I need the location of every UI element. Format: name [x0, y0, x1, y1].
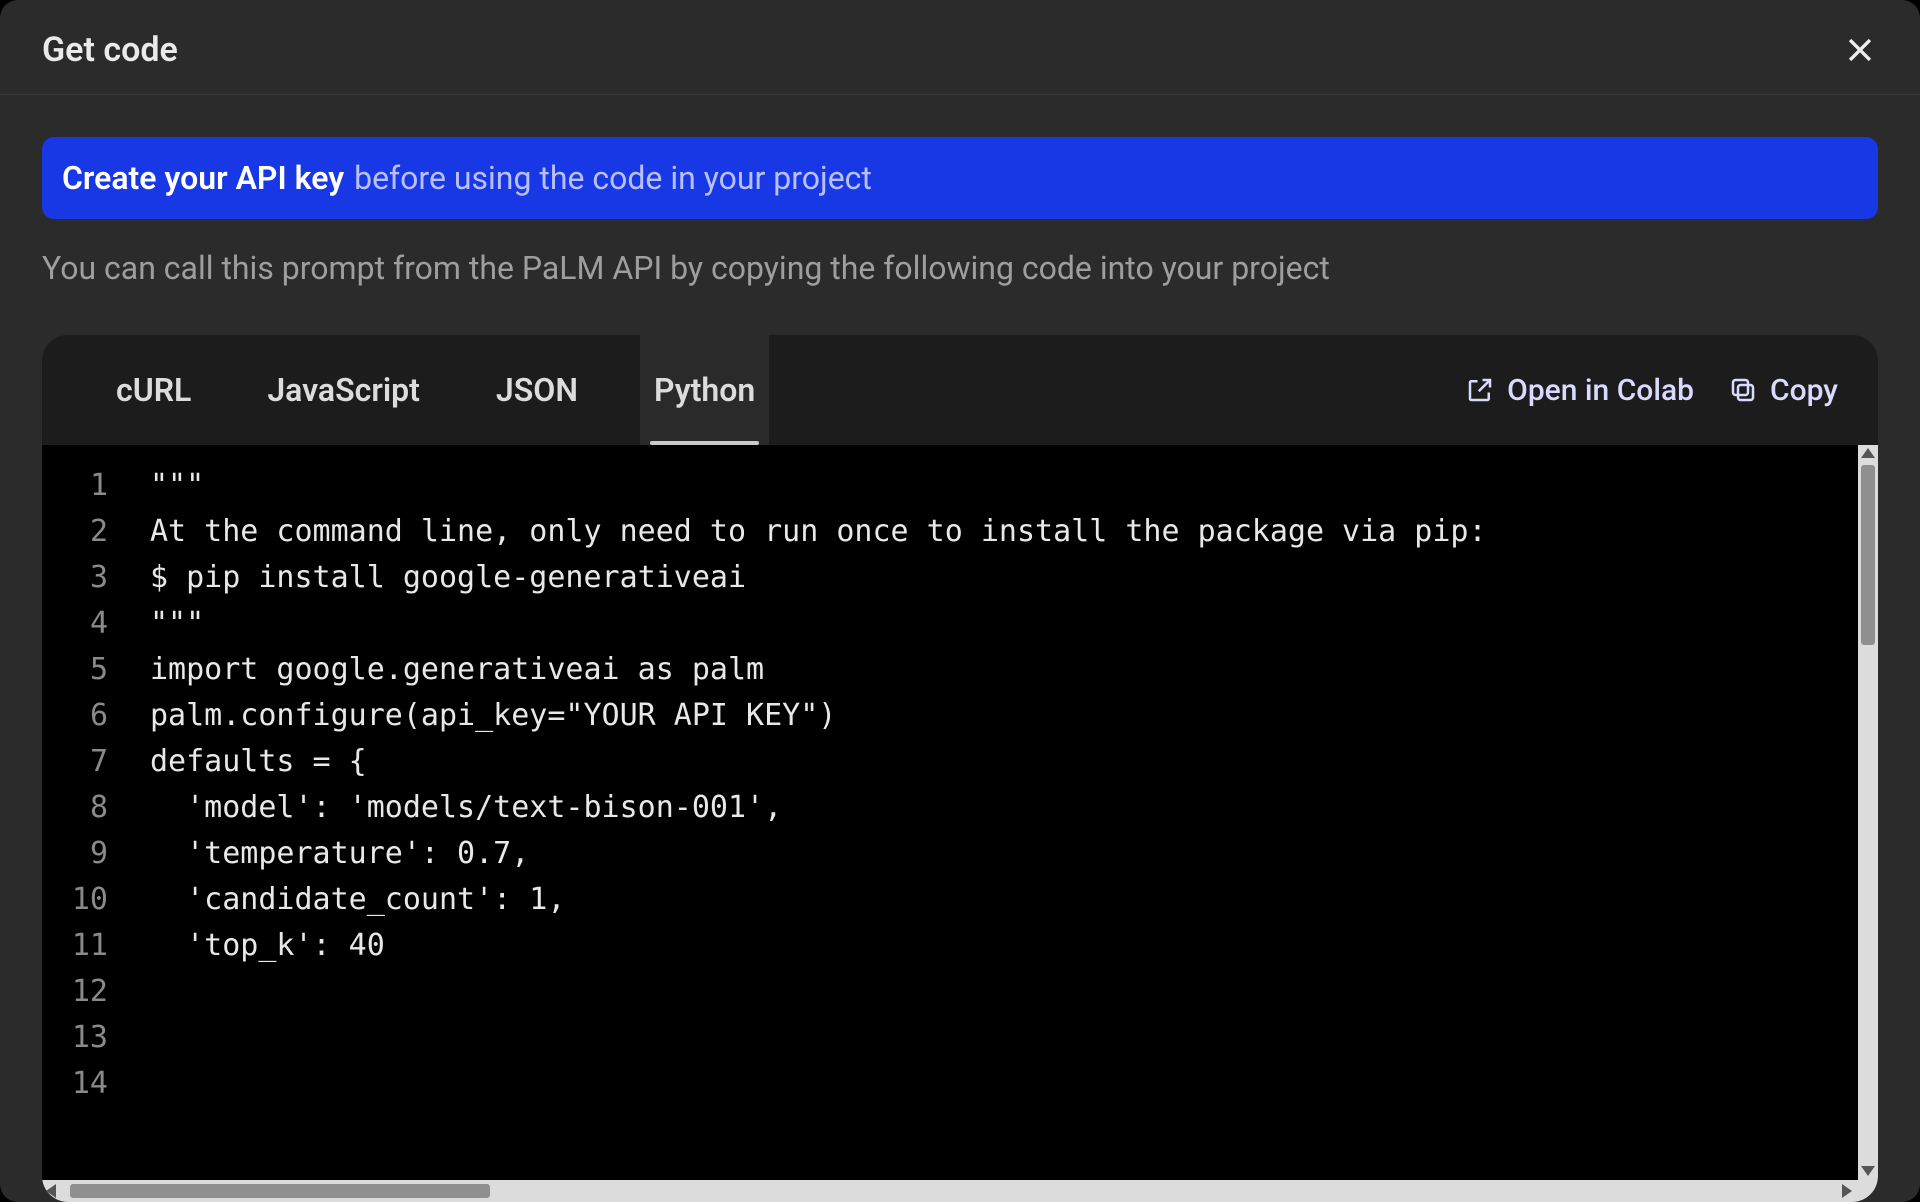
close-icon [1843, 33, 1877, 67]
open-in-colab-label: Open in Colab [1507, 373, 1694, 408]
create-api-key-link[interactable]: Create your API key [62, 159, 344, 197]
code-card: cURL JavaScript JSON Python Open in Cola… [42, 335, 1878, 1202]
get-code-dialog: Get code Create your API key before usin… [0, 0, 1920, 1202]
dialog-title: Get code [42, 30, 178, 70]
copy-label: Copy [1770, 373, 1838, 408]
open-external-icon [1465, 375, 1495, 405]
dialog-header: Get code [0, 0, 1920, 95]
horizontal-scroll-thumb[interactable] [70, 1184, 490, 1198]
close-button[interactable] [1838, 28, 1882, 72]
code-content[interactable]: """At the command line, only need to run… [120, 445, 1878, 1202]
line-number-gutter: 1234567891011121314 [42, 445, 120, 1202]
copy-icon [1728, 375, 1758, 405]
scroll-down-icon [1861, 1166, 1875, 1176]
open-in-colab-button[interactable]: Open in Colab [1465, 373, 1694, 408]
dialog-body: Create your API key before using the cod… [0, 95, 1920, 1202]
scroll-left-icon [46, 1184, 56, 1198]
scrollbar-corner [1858, 1180, 1878, 1202]
subtitle-text: You can call this prompt from the PaLM A… [42, 249, 1878, 287]
vertical-scroll-thumb[interactable] [1861, 465, 1875, 645]
tab-bar: cURL JavaScript JSON Python Open in Cola… [42, 335, 1878, 445]
language-tabs: cURL JavaScript JSON Python [102, 335, 769, 445]
horizontal-scrollbar[interactable] [42, 1180, 1858, 1202]
copy-button[interactable]: Copy [1728, 373, 1838, 408]
scroll-up-icon [1861, 448, 1875, 458]
tab-python[interactable]: Python [640, 335, 769, 445]
code-actions: Open in Colab Copy [1465, 335, 1838, 445]
scroll-right-icon [1842, 1184, 1852, 1198]
tab-curl[interactable]: cURL [102, 335, 205, 445]
api-key-banner: Create your API key before using the cod… [42, 137, 1878, 219]
banner-tail-text: before using the code in your project [354, 159, 872, 197]
vertical-scrollbar[interactable] [1858, 445, 1878, 1180]
code-area: 1234567891011121314 """At the command li… [42, 445, 1878, 1202]
tab-json[interactable]: JSON [482, 335, 592, 445]
tab-javascript[interactable]: JavaScript [253, 335, 434, 445]
